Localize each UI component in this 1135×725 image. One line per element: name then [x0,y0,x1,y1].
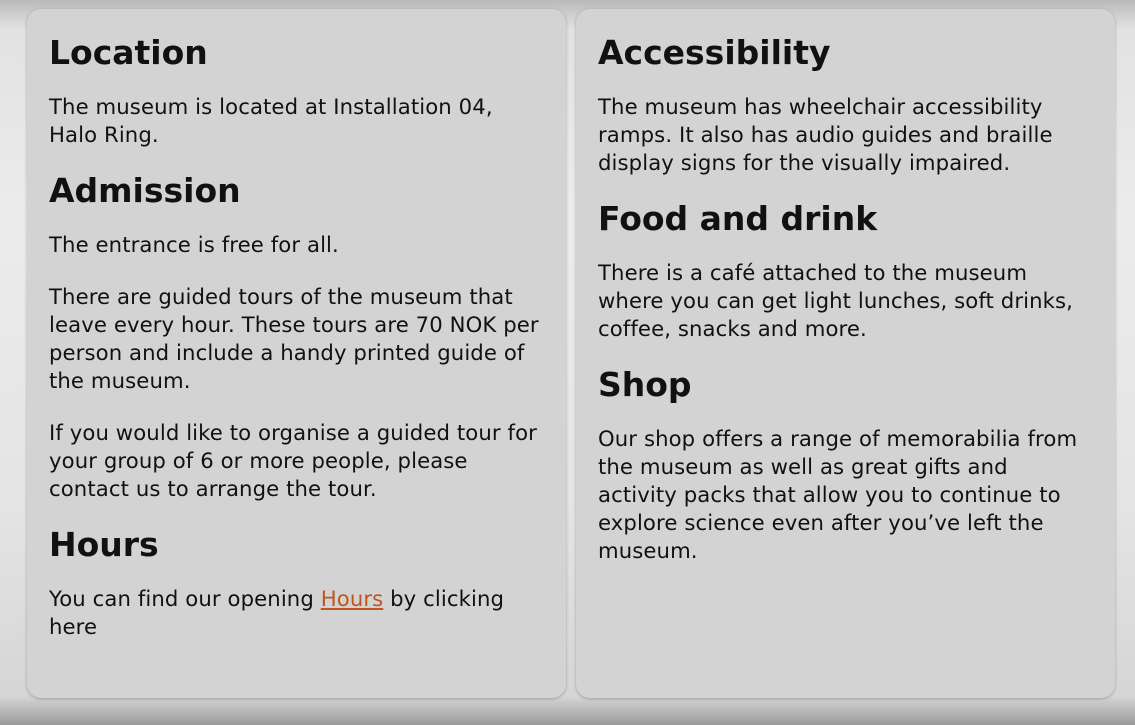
accessibility-text: The museum has wheelchair accessibility … [598,94,1053,175]
shop-text: Our shop offers a range of memorabilia f… [598,426,1078,563]
location-text: The museum is located at Installation 04… [49,94,493,147]
hours-heading: Hours [49,525,159,564]
info-panel-right: Accessibility The museum has wheelchair … [576,9,1115,698]
hours-link[interactable]: Hours [321,586,384,611]
location-heading: Location [49,33,208,72]
admission-free-text: The entrance is free for all. [49,232,339,257]
food-heading: Food and drink [598,199,878,238]
info-panel-left: Location The museum is located at Instal… [27,9,566,698]
admission-tours-text: There are guided tours of the museum tha… [49,284,539,393]
food-text: There is a café attached to the museum w… [598,260,1074,341]
accessibility-heading: Accessibility [598,33,831,72]
admission-heading: Admission [49,171,241,210]
hours-text-before: You can find our opening [49,586,321,611]
shop-heading: Shop [598,365,692,404]
admission-group-text: If you would like to organise a guided t… [49,420,537,501]
hours-text: You can find our opening Hours by clicki… [49,585,519,641]
